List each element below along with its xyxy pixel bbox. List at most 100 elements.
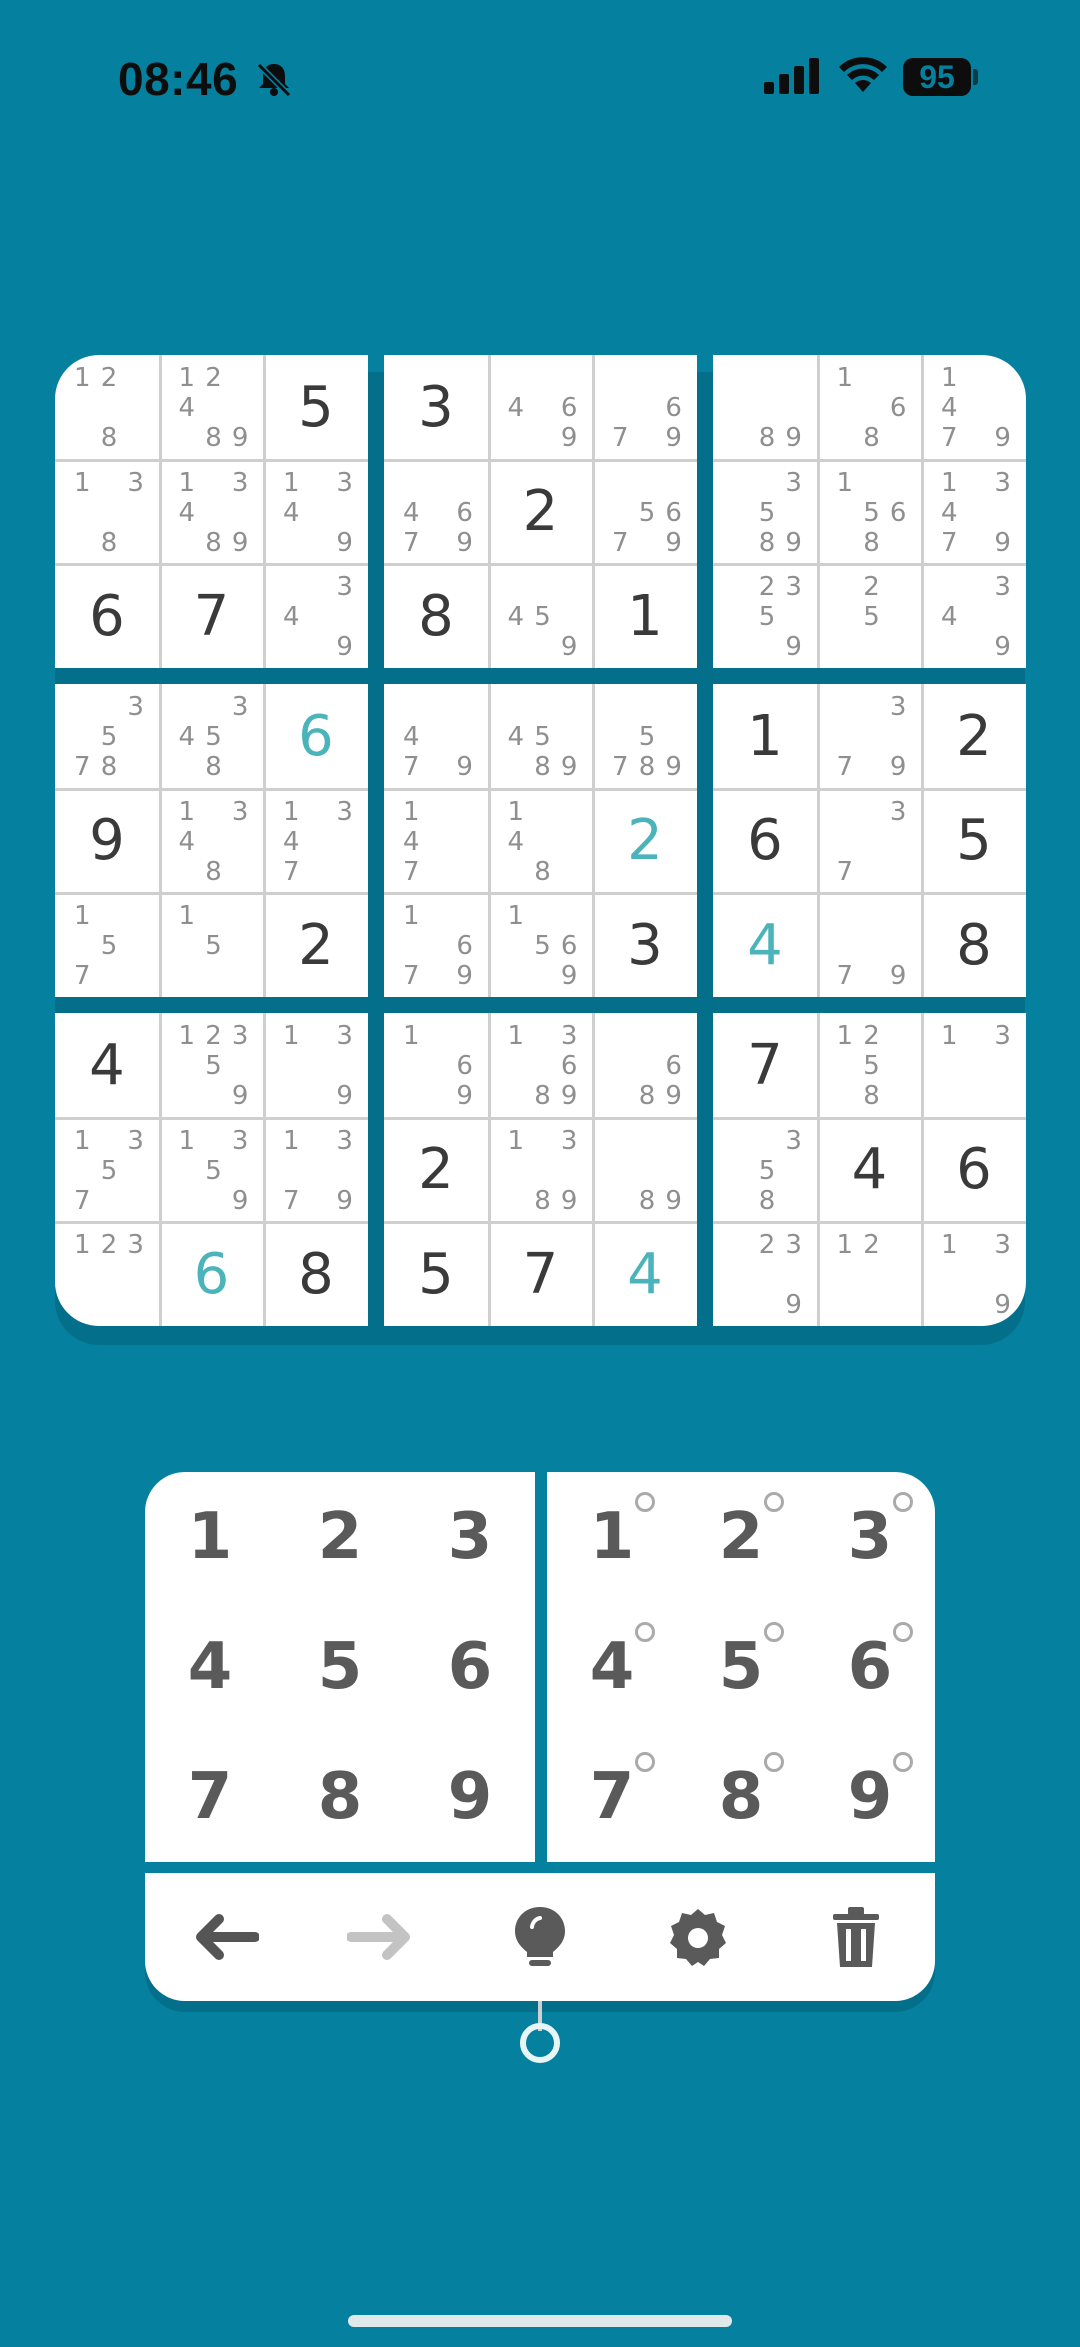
digit-key[interactable]: 3: [405, 1472, 535, 1602]
sudoku-cell[interactable]: 1: [713, 684, 817, 788]
sudoku-cell[interactable]: 6 7 9: [593, 355, 697, 459]
sudoku-cell[interactable]: 1 68: [818, 355, 922, 459]
sudoku-cell[interactable]: 89: [593, 1118, 697, 1222]
sudoku-cell[interactable]: 147 9: [922, 355, 1026, 459]
digit-key[interactable]: 1: [145, 1472, 275, 1602]
sudoku-cell[interactable]: 12359: [160, 1013, 264, 1117]
sudoku-cell[interactable]: 6: [713, 789, 817, 893]
sudoku-cell[interactable]: 12489: [160, 355, 264, 459]
sudoku-cell[interactable]: 2: [922, 684, 1026, 788]
sudoku-cell[interactable]: 1568: [818, 460, 922, 564]
sudoku-cell[interactable]: 4: [55, 1013, 159, 1117]
sudoku-cell[interactable]: 4 6 7 9: [384, 460, 488, 564]
sudoku-cell[interactable]: 1 3 489: [160, 460, 264, 564]
sudoku-cell[interactable]: 9: [55, 789, 159, 893]
sudoku-cell[interactable]: 1 3 9: [264, 1013, 368, 1117]
sudoku-cell[interactable]: 123: [55, 1222, 159, 1326]
note-key[interactable]: 4: [547, 1602, 677, 1732]
sudoku-cell[interactable]: 1 359: [160, 1118, 264, 1222]
sudoku-cell[interactable]: 6: [160, 1222, 264, 1326]
note-key[interactable]: 2: [676, 1472, 806, 1602]
sudoku-cell[interactable]: 1 3 47 9: [922, 460, 1026, 564]
note-key[interactable]: 7: [547, 1732, 677, 1862]
sudoku-cell[interactable]: 3 4 9: [922, 564, 1026, 668]
sudoku-cell[interactable]: 15: [160, 893, 264, 997]
note-key[interactable]: 6: [805, 1602, 935, 1732]
sudoku-cell[interactable]: 358: [713, 1118, 817, 1222]
sudoku-cell[interactable]: 1 3 48: [160, 789, 264, 893]
sudoku-cell[interactable]: 8: [384, 564, 488, 668]
sudoku-cell[interactable]: 12: [818, 1222, 922, 1326]
redo-button[interactable]: [303, 1873, 461, 2001]
digit-key[interactable]: 7: [145, 1732, 275, 1862]
digit-key[interactable]: 6: [405, 1602, 535, 1732]
sudoku-cell[interactable]: 47 9: [384, 684, 488, 788]
sudoku-cell[interactable]: 12 8: [55, 355, 159, 459]
sudoku-cell[interactable]: 4: [593, 1222, 697, 1326]
sudoku-cell[interactable]: 8: [922, 893, 1026, 997]
clear-button[interactable]: [777, 1873, 935, 2001]
digit-key[interactable]: 8: [275, 1732, 405, 1862]
sudoku-cell[interactable]: 4: [818, 1118, 922, 1222]
sudoku-cell[interactable]: 25: [818, 564, 922, 668]
sudoku-cell[interactable]: 5: [264, 355, 368, 459]
digit-key[interactable]: 4: [145, 1602, 275, 1732]
sudoku-cell[interactable]: 3 458: [160, 684, 264, 788]
digit-key[interactable]: 5: [275, 1602, 405, 1732]
home-indicator[interactable]: [348, 2315, 732, 2327]
sudoku-cell[interactable]: 148: [489, 789, 593, 893]
sudoku-cell[interactable]: 1258: [818, 1013, 922, 1117]
sudoku-cell[interactable]: 3: [384, 355, 488, 459]
sudoku-cell[interactable]: 147: [384, 789, 488, 893]
note-key[interactable]: 9: [805, 1732, 935, 1862]
sudoku-cell[interactable]: 1: [593, 564, 697, 668]
sudoku-cell[interactable]: 459: [489, 564, 593, 668]
sudoku-cell[interactable]: 2: [593, 789, 697, 893]
sudoku-cell[interactable]: 1 389: [489, 1118, 593, 1222]
sudoku-cell[interactable]: 23 9: [713, 1222, 817, 1326]
sudoku-cell[interactable]: 3 7 9: [818, 684, 922, 788]
sudoku-cell[interactable]: 1 3689: [489, 1013, 593, 1117]
digit-key[interactable]: 9: [405, 1732, 535, 1862]
sudoku-cell[interactable]: 56 7 9: [593, 460, 697, 564]
sudoku-cell[interactable]: 4: [713, 893, 817, 997]
sudoku-cell[interactable]: 6: [55, 564, 159, 668]
sudoku-cell[interactable]: 79: [818, 893, 922, 997]
undo-button[interactable]: [145, 1873, 303, 2001]
sudoku-cell[interactable]: 1 3 7 9: [264, 1118, 368, 1222]
note-key[interactable]: 8: [676, 1732, 806, 1862]
note-key[interactable]: 5: [676, 1602, 806, 1732]
hint-button[interactable]: [461, 1873, 619, 2001]
note-key[interactable]: 1: [547, 1472, 677, 1602]
sudoku-cell[interactable]: 5: [922, 789, 1026, 893]
sudoku-cell[interactable]: 5789: [593, 684, 697, 788]
sudoku-cell[interactable]: 4589: [489, 684, 593, 788]
sudoku-cell[interactable]: 1 3 4 9: [264, 460, 368, 564]
sudoku-cell[interactable]: 37: [818, 789, 922, 893]
sudoku-cell[interactable]: 3: [593, 893, 697, 997]
digit-key[interactable]: 2: [275, 1472, 405, 1602]
sudoku-cell[interactable]: 1 3 9: [922, 1222, 1026, 1326]
sudoku-cell[interactable]: 5: [384, 1222, 488, 1326]
sudoku-cell[interactable]: 7: [713, 1013, 817, 1117]
sudoku-cell[interactable]: 3 4 9: [264, 564, 368, 668]
note-key[interactable]: 3: [805, 1472, 935, 1602]
sudoku-cell[interactable]: 1 69: [384, 1013, 488, 1117]
sudoku-cell[interactable]: 3578: [55, 684, 159, 788]
sudoku-cell[interactable]: 1679: [384, 893, 488, 997]
sudoku-cell[interactable]: 2: [264, 893, 368, 997]
sudoku-cell[interactable]: 3589: [713, 460, 817, 564]
sudoku-cell[interactable]: 89: [713, 355, 817, 459]
sudoku-cell[interactable]: 8: [264, 1222, 368, 1326]
sudoku-cell[interactable]: 1 3 47: [264, 789, 368, 893]
sudoku-cell[interactable]: 6: [264, 684, 368, 788]
sudoku-cell[interactable]: 4 69: [489, 355, 593, 459]
settings-button[interactable]: [619, 1873, 777, 2001]
sudoku-cell[interactable]: 1 357: [55, 1118, 159, 1222]
sudoku-cell[interactable]: 2: [384, 1118, 488, 1222]
sudoku-cell[interactable]: 2: [489, 460, 593, 564]
sudoku-cell[interactable]: 13: [922, 1013, 1026, 1117]
sudoku-cell[interactable]: 157: [55, 893, 159, 997]
sudoku-cell[interactable]: 7: [489, 1222, 593, 1326]
sudoku-cell[interactable]: 689: [593, 1013, 697, 1117]
